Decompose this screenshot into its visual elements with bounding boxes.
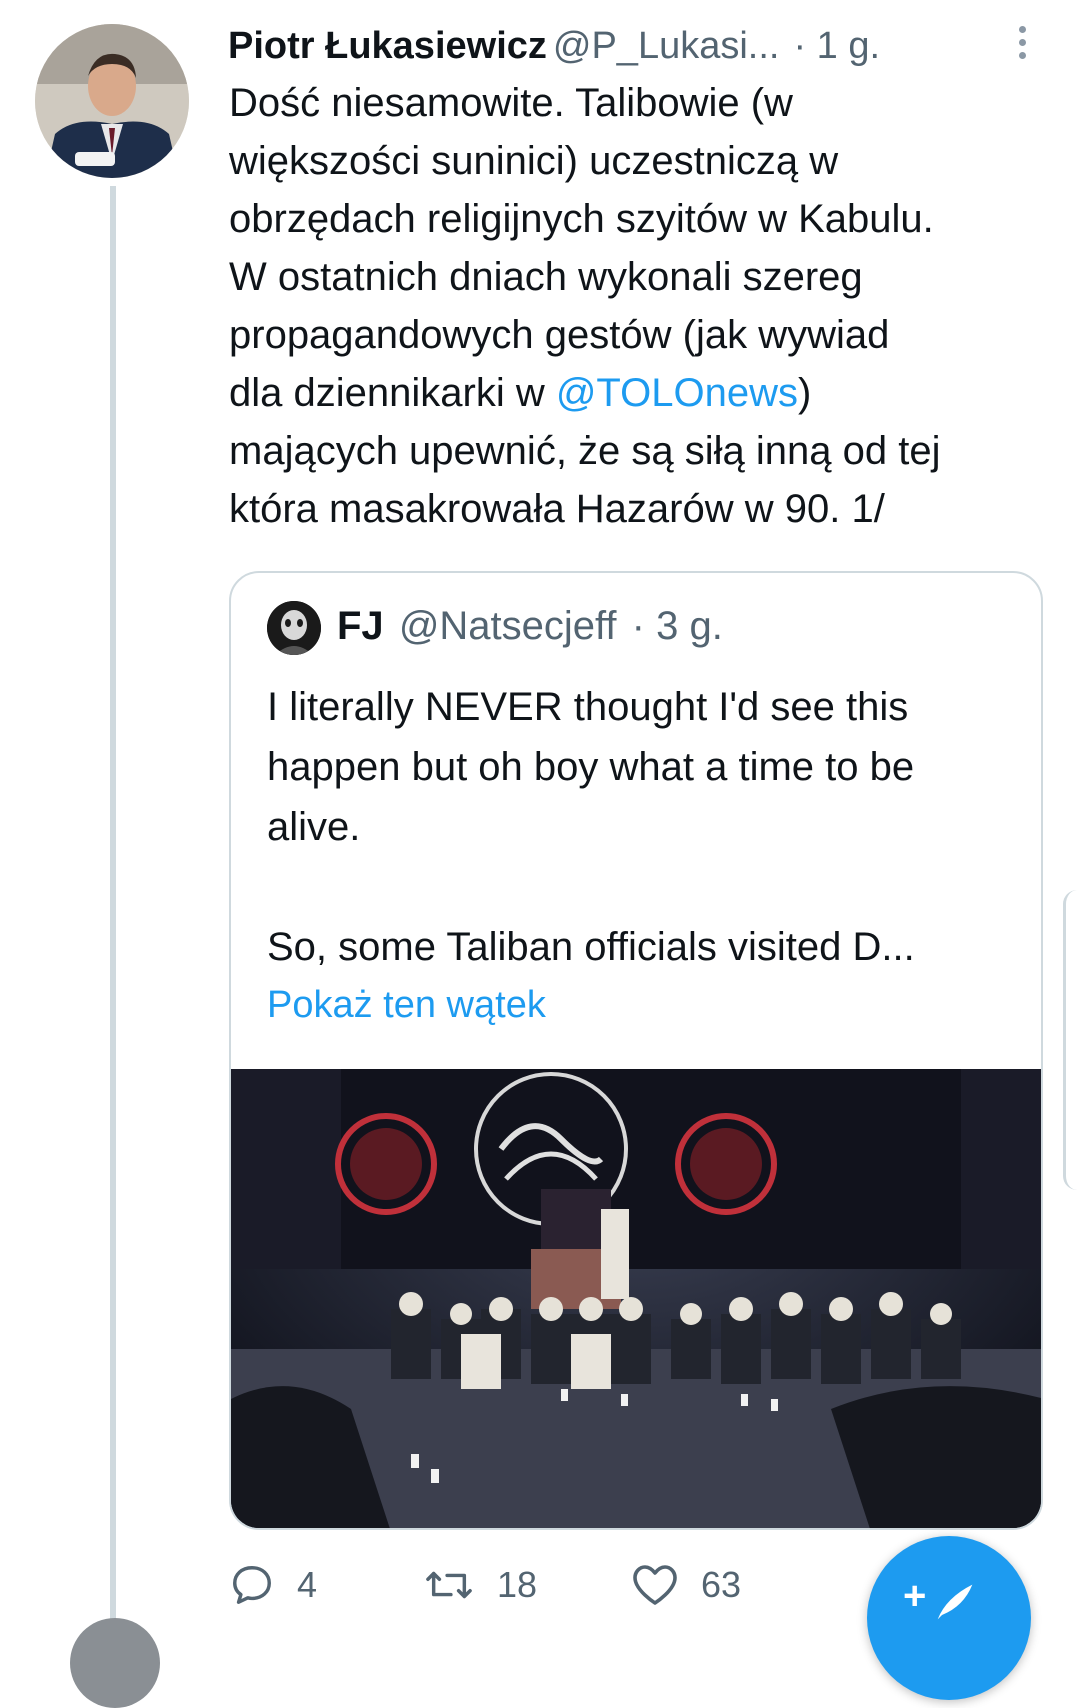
quoted-tweet-timestamp: · 3 g. <box>631 604 723 648</box>
like-button[interactable]: 63 <box>631 1550 741 1620</box>
plus-icon: + <box>903 1574 927 1618</box>
quoted-tweet-card[interactable]: FJ @Natsecjeff · 3 g. I literally NEVER … <box>229 571 1043 1530</box>
reply-button[interactable]: 4 <box>229 1550 317 1620</box>
compose-tweet-button[interactable]: + <box>867 1536 1031 1700</box>
show-thread-link[interactable]: Pokaż ten wątek <box>267 975 546 1035</box>
heart-icon <box>633 1565 677 1605</box>
quoted-tweet-header: FJ @Natsecjeff · 3 g. <box>337 595 723 657</box>
quoted-author-name: FJ <box>337 604 384 648</box>
retweet-count: 18 <box>497 1564 538 1605</box>
quoted-text-paragraph: I literally NEVER thought I'd see this h… <box>267 685 915 849</box>
quoted-author-avatar <box>267 601 321 655</box>
quoted-text-paragraph: So, some Taliban officials visited D... <box>267 925 915 969</box>
author-name[interactable]: Piotr Łukasiewicz <box>228 25 547 67</box>
tweet-timestamp[interactable]: · 1 g. <box>793 25 880 67</box>
like-count: 63 <box>701 1564 742 1605</box>
quoted-author-handle: @Natsecjeff <box>398 604 617 648</box>
reply-icon <box>233 1566 271 1604</box>
tweet-text: Dość niesamowite. Talibowie (w większośc… <box>229 74 1019 538</box>
scroll-indicator[interactable] <box>1063 890 1080 1190</box>
retweet-button[interactable]: 18 <box>423 1550 537 1620</box>
tweet-text-part: Dość niesamowite. Talibowie (w większośc… <box>229 81 934 415</box>
quoted-tweet-photo[interactable] <box>231 1069 1041 1528</box>
quoted-tweet-text: I literally NEVER thought I'd see this h… <box>267 677 1007 977</box>
tweet-header: Piotr Łukasiewicz @P_Lukasi... · 1 g. <box>228 16 1028 76</box>
more-vertical-icon[interactable] <box>1012 22 1032 62</box>
compose-tweet-icon <box>937 1584 973 1620</box>
thread-connector-line <box>110 186 116 1632</box>
retweet-icon <box>426 1571 472 1599</box>
author-avatar[interactable] <box>35 24 189 178</box>
mention-link[interactable]: @TOLOnews <box>556 371 798 415</box>
author-handle[interactable]: @P_Lukasi... <box>553 25 780 67</box>
reply-count: 4 <box>297 1564 318 1605</box>
